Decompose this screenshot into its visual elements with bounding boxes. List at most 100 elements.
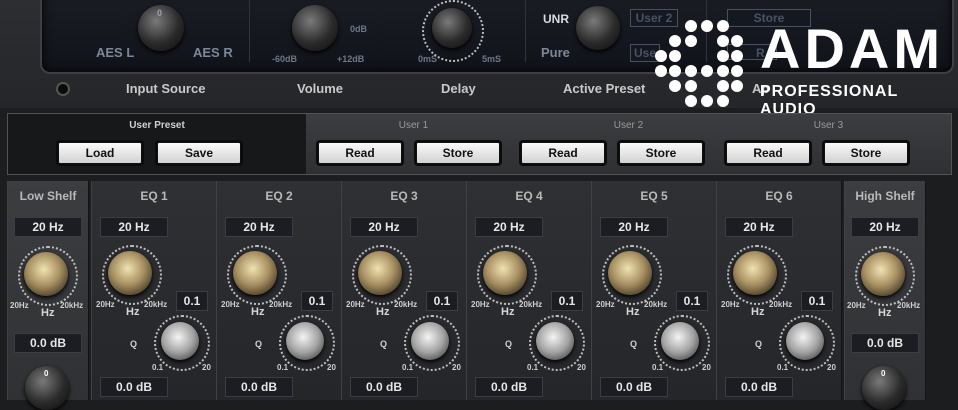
high-shelf-freq-display: 20 Hz bbox=[851, 217, 919, 237]
eq3-q-label: Q bbox=[380, 339, 388, 349]
eq3-q-display: 0.1 bbox=[426, 291, 458, 311]
eq5-freq-knob[interactable] bbox=[608, 251, 652, 295]
eq3-freq-min: 20Hz bbox=[346, 300, 365, 309]
low-shelf-gain-display: 0.0 dB bbox=[14, 333, 82, 353]
active-preset-knob[interactable] bbox=[576, 6, 620, 50]
high-shelf-gain-mark: 0 bbox=[881, 369, 886, 378]
delay-min: 0mS bbox=[418, 54, 438, 64]
active-preset-label: Active Preset bbox=[563, 81, 646, 96]
eq1-q-max: 20 bbox=[202, 363, 211, 372]
load-button[interactable]: Load bbox=[58, 142, 142, 164]
eq3-freq-max: 20kHz bbox=[394, 300, 418, 309]
divider bbox=[249, 0, 250, 62]
eq6-q-max: 20 bbox=[827, 363, 836, 372]
low-shelf-gain-mark: 0 bbox=[44, 369, 49, 378]
eq4-freq-display: 20 Hz bbox=[475, 217, 543, 237]
eq4-q-max: 20 bbox=[577, 363, 586, 372]
adam-logo: ADAM PROFESSIONAL AUDIO bbox=[655, 15, 955, 118]
high-shelf-strip: High Shelf 20 Hz 20Hz 20kHz Hz 0.0 dB 0 bbox=[844, 181, 926, 410]
eq4-freq-max: 20kHz bbox=[519, 300, 543, 309]
eq4-q-label: Q bbox=[505, 339, 513, 349]
eq2-gain-display: 0.0 dB bbox=[225, 377, 293, 397]
eq4-q-display: 0.1 bbox=[551, 291, 583, 311]
user2-title: User 2 bbox=[613, 120, 644, 131]
eq3-q-max: 20 bbox=[452, 363, 461, 372]
eq4-freq-knob[interactable] bbox=[483, 251, 527, 295]
low-shelf-freq-knob[interactable] bbox=[24, 252, 68, 296]
high-shelf-freq-knob[interactable] bbox=[861, 252, 905, 296]
eq1-freq-display: 20 Hz bbox=[100, 217, 168, 237]
active-preset-pure: Pure bbox=[541, 45, 570, 60]
user2-read-button[interactable]: Read bbox=[521, 142, 605, 164]
user1-store-button[interactable]: Store bbox=[416, 142, 500, 164]
input-source-right: AES R bbox=[193, 45, 233, 60]
eq1-freq-min: 20Hz bbox=[96, 300, 115, 309]
volume-mark-0db: 0dB bbox=[350, 24, 368, 34]
led-indicator bbox=[56, 82, 70, 96]
eq4-freq-unit: Hz bbox=[501, 306, 515, 318]
user1-read-button[interactable]: Read bbox=[318, 142, 402, 164]
user-preset-title: User Preset bbox=[129, 120, 185, 131]
eq5-q-display: 0.1 bbox=[676, 291, 708, 311]
eq1-freq-max: 20kHz bbox=[144, 300, 168, 309]
eq3-gain-display: 0.0 dB bbox=[350, 377, 418, 397]
volume-max: +12dB bbox=[337, 54, 365, 64]
eq6-freq-min: 20Hz bbox=[721, 300, 740, 309]
adam-logo-mark bbox=[655, 20, 743, 108]
eq2-strip: EQ 2 20 Hz 20Hz 20kHz Hz 0.1 Q 0.1 20 0.… bbox=[216, 181, 342, 400]
input-source-label: Input Source bbox=[126, 81, 206, 96]
eq5-freq-display: 20 Hz bbox=[600, 217, 668, 237]
low-shelf-unit: Hz bbox=[41, 307, 55, 319]
delay-knob[interactable] bbox=[432, 8, 472, 48]
eq3-title: EQ 3 bbox=[390, 189, 418, 203]
input-source-mark-0: 0 bbox=[157, 8, 163, 18]
eq2-q-max: 20 bbox=[327, 363, 336, 372]
eq3-q-knob[interactable] bbox=[411, 322, 449, 360]
eq4-q-knob[interactable] bbox=[536, 322, 574, 360]
eq5-q-knob[interactable] bbox=[661, 322, 699, 360]
eq6-freq-knob[interactable] bbox=[733, 251, 777, 295]
user3-title: User 3 bbox=[813, 120, 844, 131]
eq3-freq-display: 20 Hz bbox=[350, 217, 418, 237]
eq2-q-min: 0.1 bbox=[277, 363, 289, 372]
eq2-title: EQ 2 bbox=[265, 189, 293, 203]
eq1-strip: EQ 1 20 Hz 20Hz 20kHz Hz 0.1 Q 0.1 20 0.… bbox=[91, 181, 217, 400]
user-slots: User 1 Read Store User 2 Read Store User… bbox=[306, 114, 951, 174]
eq2-freq-knob[interactable] bbox=[233, 251, 277, 295]
eq6-q-knob[interactable] bbox=[786, 322, 824, 360]
eq3-freq-unit: Hz bbox=[376, 306, 390, 318]
eq5-freq-min: 20Hz bbox=[596, 300, 615, 309]
eq6-freq-max: 20kHz bbox=[769, 300, 793, 309]
user2-store-button[interactable]: Store bbox=[619, 142, 703, 164]
volume-knob[interactable] bbox=[292, 5, 338, 51]
eq1-q-knob[interactable] bbox=[161, 322, 199, 360]
low-shelf-title: Low Shelf bbox=[19, 189, 77, 203]
eq6-gain-display: 0.0 dB bbox=[725, 377, 793, 397]
eq2-q-knob[interactable] bbox=[286, 322, 324, 360]
eq5-q-min: 0.1 bbox=[652, 363, 664, 372]
eq1-freq-knob[interactable] bbox=[108, 251, 152, 295]
eq6-freq-display: 20 Hz bbox=[725, 217, 793, 237]
eq6-freq-unit: Hz bbox=[751, 306, 765, 318]
user-preset-section: User Preset Load Save bbox=[8, 114, 306, 174]
eq6-q-label: Q bbox=[755, 339, 763, 349]
eq6-strip: EQ 6 20 Hz 20Hz 20kHz Hz 0.1 Q 0.1 20 0.… bbox=[716, 181, 842, 400]
eq3-freq-knob[interactable] bbox=[358, 251, 402, 295]
eq4-title: EQ 4 bbox=[515, 189, 543, 203]
user3-read-button[interactable]: Read bbox=[726, 142, 810, 164]
eq5-strip: EQ 5 20 Hz 20Hz 20kHz Hz 0.1 Q 0.1 20 0.… bbox=[591, 181, 717, 400]
input-source-left: AES L bbox=[96, 45, 135, 60]
user3-store-button[interactable]: Store bbox=[824, 142, 908, 164]
divider bbox=[525, 0, 526, 62]
eq4-freq-min: 20Hz bbox=[471, 300, 490, 309]
preset-bar: User Preset Load Save User 1 Read Store … bbox=[7, 113, 952, 175]
high-shelf-gain-display: 0.0 dB bbox=[851, 333, 919, 353]
low-shelf-freq-display: 20 Hz bbox=[14, 217, 82, 237]
high-shelf-max: 20kHz bbox=[897, 301, 921, 310]
eq4-gain-display: 0.0 dB bbox=[475, 377, 543, 397]
eq4-strip: EQ 4 20 Hz 20Hz 20kHz Hz 0.1 Q 0.1 20 0.… bbox=[466, 181, 592, 400]
low-shelf-min: 20Hz bbox=[10, 301, 29, 310]
save-button[interactable]: Save bbox=[157, 142, 241, 164]
eq2-freq-min: 20Hz bbox=[221, 300, 240, 309]
eq5-q-max: 20 bbox=[702, 363, 711, 372]
